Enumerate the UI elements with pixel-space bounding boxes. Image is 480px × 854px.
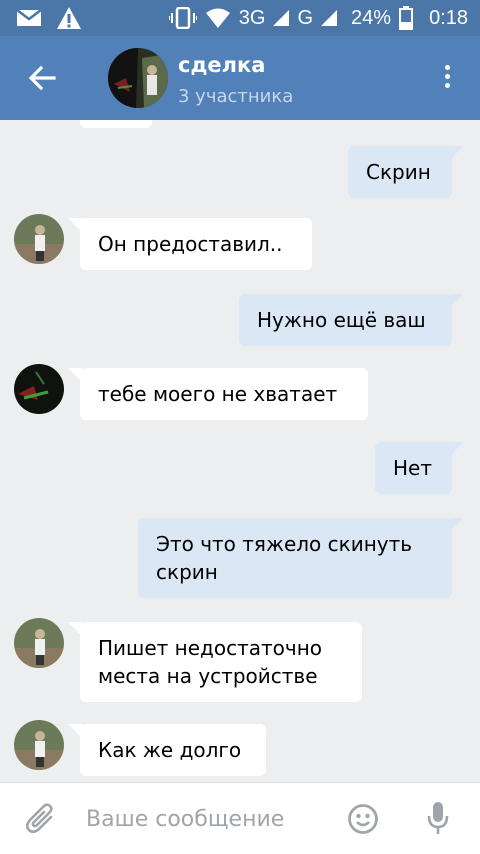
mail-icon <box>16 9 42 26</box>
message-outgoing[interactable]: Нужно ещё ваш <box>239 294 464 346</box>
microphone-icon[interactable] <box>426 801 450 837</box>
back-arrow-icon[interactable] <box>26 62 58 94</box>
emoji-icon[interactable] <box>347 803 379 835</box>
message-incoming[interactable]: Он предоставил.. <box>68 218 312 270</box>
sender-avatar[interactable] <box>14 618 64 668</box>
message-list[interactable]: Скрин Он предоставил.. Нужно ещё ваш теб… <box>0 120 480 782</box>
message-incoming[interactable]: Пишет недостаточно места на устройстве <box>68 622 362 702</box>
message-incoming[interactable]: Как же долго <box>68 724 266 776</box>
message-outgoing[interactable]: Нет <box>375 442 464 494</box>
partial-message-bubble <box>80 120 152 128</box>
sender-avatar[interactable] <box>14 720 64 770</box>
vibrate-icon <box>168 7 197 29</box>
wifi-icon <box>205 8 230 28</box>
message-outgoing[interactable]: Скрин <box>348 146 464 198</box>
chat-title[interactable]: сделка <box>178 53 265 77</box>
network-g-label: G <box>297 6 314 29</box>
signal-icon-2 <box>321 10 338 26</box>
participants-count[interactable]: 3 участника <box>178 86 293 107</box>
battery-icon <box>399 6 414 30</box>
group-avatar[interactable] <box>108 48 168 108</box>
sender-avatar[interactable] <box>14 214 64 264</box>
more-menu-icon[interactable] <box>440 65 454 93</box>
warning-icon <box>57 7 81 29</box>
signal-icon <box>273 10 290 26</box>
network-3g-label: 3G <box>238 6 266 29</box>
message-composer <box>0 782 480 854</box>
battery-percent: 24% <box>351 6 392 29</box>
sender-avatar[interactable] <box>14 364 64 414</box>
message-input[interactable] <box>86 801 326 837</box>
status-bar: 3G G 24% 0:18 <box>0 0 480 36</box>
message-incoming[interactable]: тебе моего не хватает <box>68 368 368 420</box>
clock: 0:18 <box>429 6 468 29</box>
message-outgoing[interactable]: Это что тяжело скинуть скрин <box>138 518 464 598</box>
attach-icon[interactable] <box>26 803 56 835</box>
chat-header: сделка 3 участника <box>0 36 480 120</box>
